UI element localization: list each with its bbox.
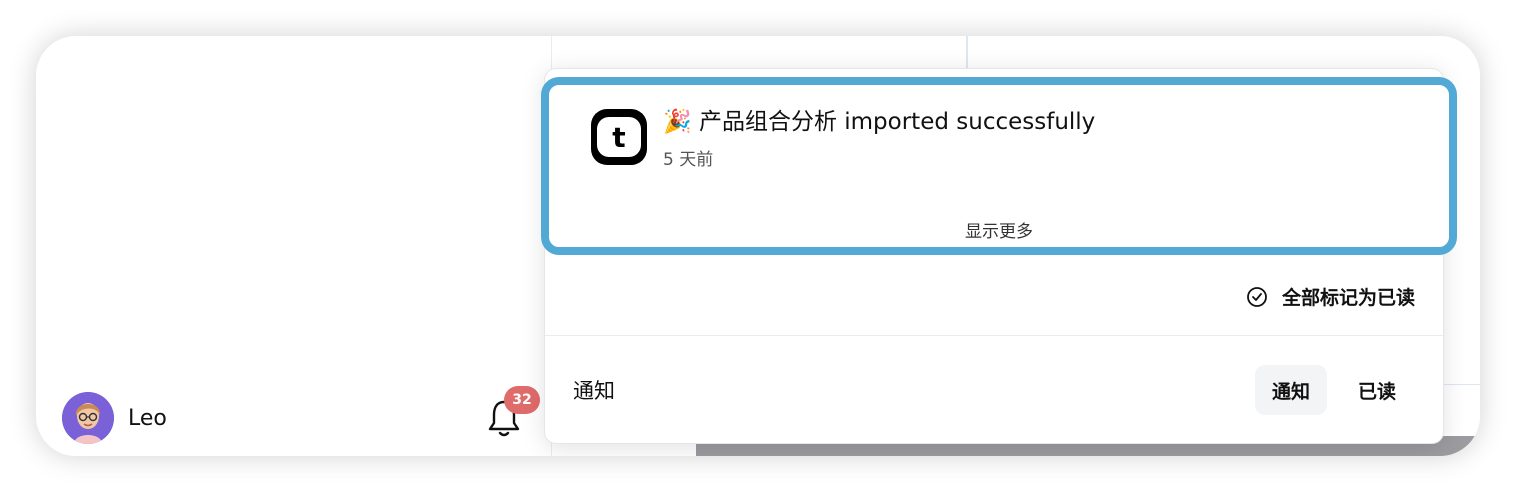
check-circle-icon [1247, 286, 1267, 307]
notification-title: 🎉 产品组合分析 imported successfully [663, 109, 1096, 135]
notifications-popover: t 🎉 产品组合分析 imported successfully 5 天前 显示… [541, 68, 1457, 444]
app-window: Leo 32 t 🎉 产品组合分析 imported successfully … [36, 36, 1480, 456]
avatar[interactable] [62, 392, 114, 444]
username: Leo [128, 405, 167, 431]
notification-text: 🎉 产品组合分析 imported successfully 5 天前 [663, 109, 1095, 170]
notification-item[interactable]: t 🎉 产品组合分析 imported successfully 5 天前 [591, 109, 1095, 170]
app-logo-letter: t [597, 117, 641, 157]
popover-divider [545, 335, 1443, 336]
user-profile[interactable]: Leo [62, 392, 167, 444]
popover-footer-title: 通知 [573, 379, 615, 403]
notification-time: 5 天前 [663, 150, 714, 170]
tab-read[interactable]: 已读 [1341, 365, 1413, 415]
mark-all-read-label: 全部标记为已读 [1281, 287, 1415, 309]
notification-count-badge: 32 [504, 386, 540, 414]
screen: Leo 32 t 🎉 产品组合分析 imported successfully … [0, 0, 1516, 492]
sidebar: Leo 32 [36, 36, 552, 456]
show-more-link[interactable]: 显示更多 [549, 217, 1449, 242]
app-logo-icon: t [591, 109, 647, 165]
mark-all-read-button[interactable]: 全部标记为已读 [1246, 283, 1415, 310]
tab-notifications[interactable]: 通知 [1255, 365, 1327, 415]
notification-card-highlight[interactable]: t 🎉 产品组合分析 imported successfully 5 天前 显示… [541, 77, 1457, 255]
